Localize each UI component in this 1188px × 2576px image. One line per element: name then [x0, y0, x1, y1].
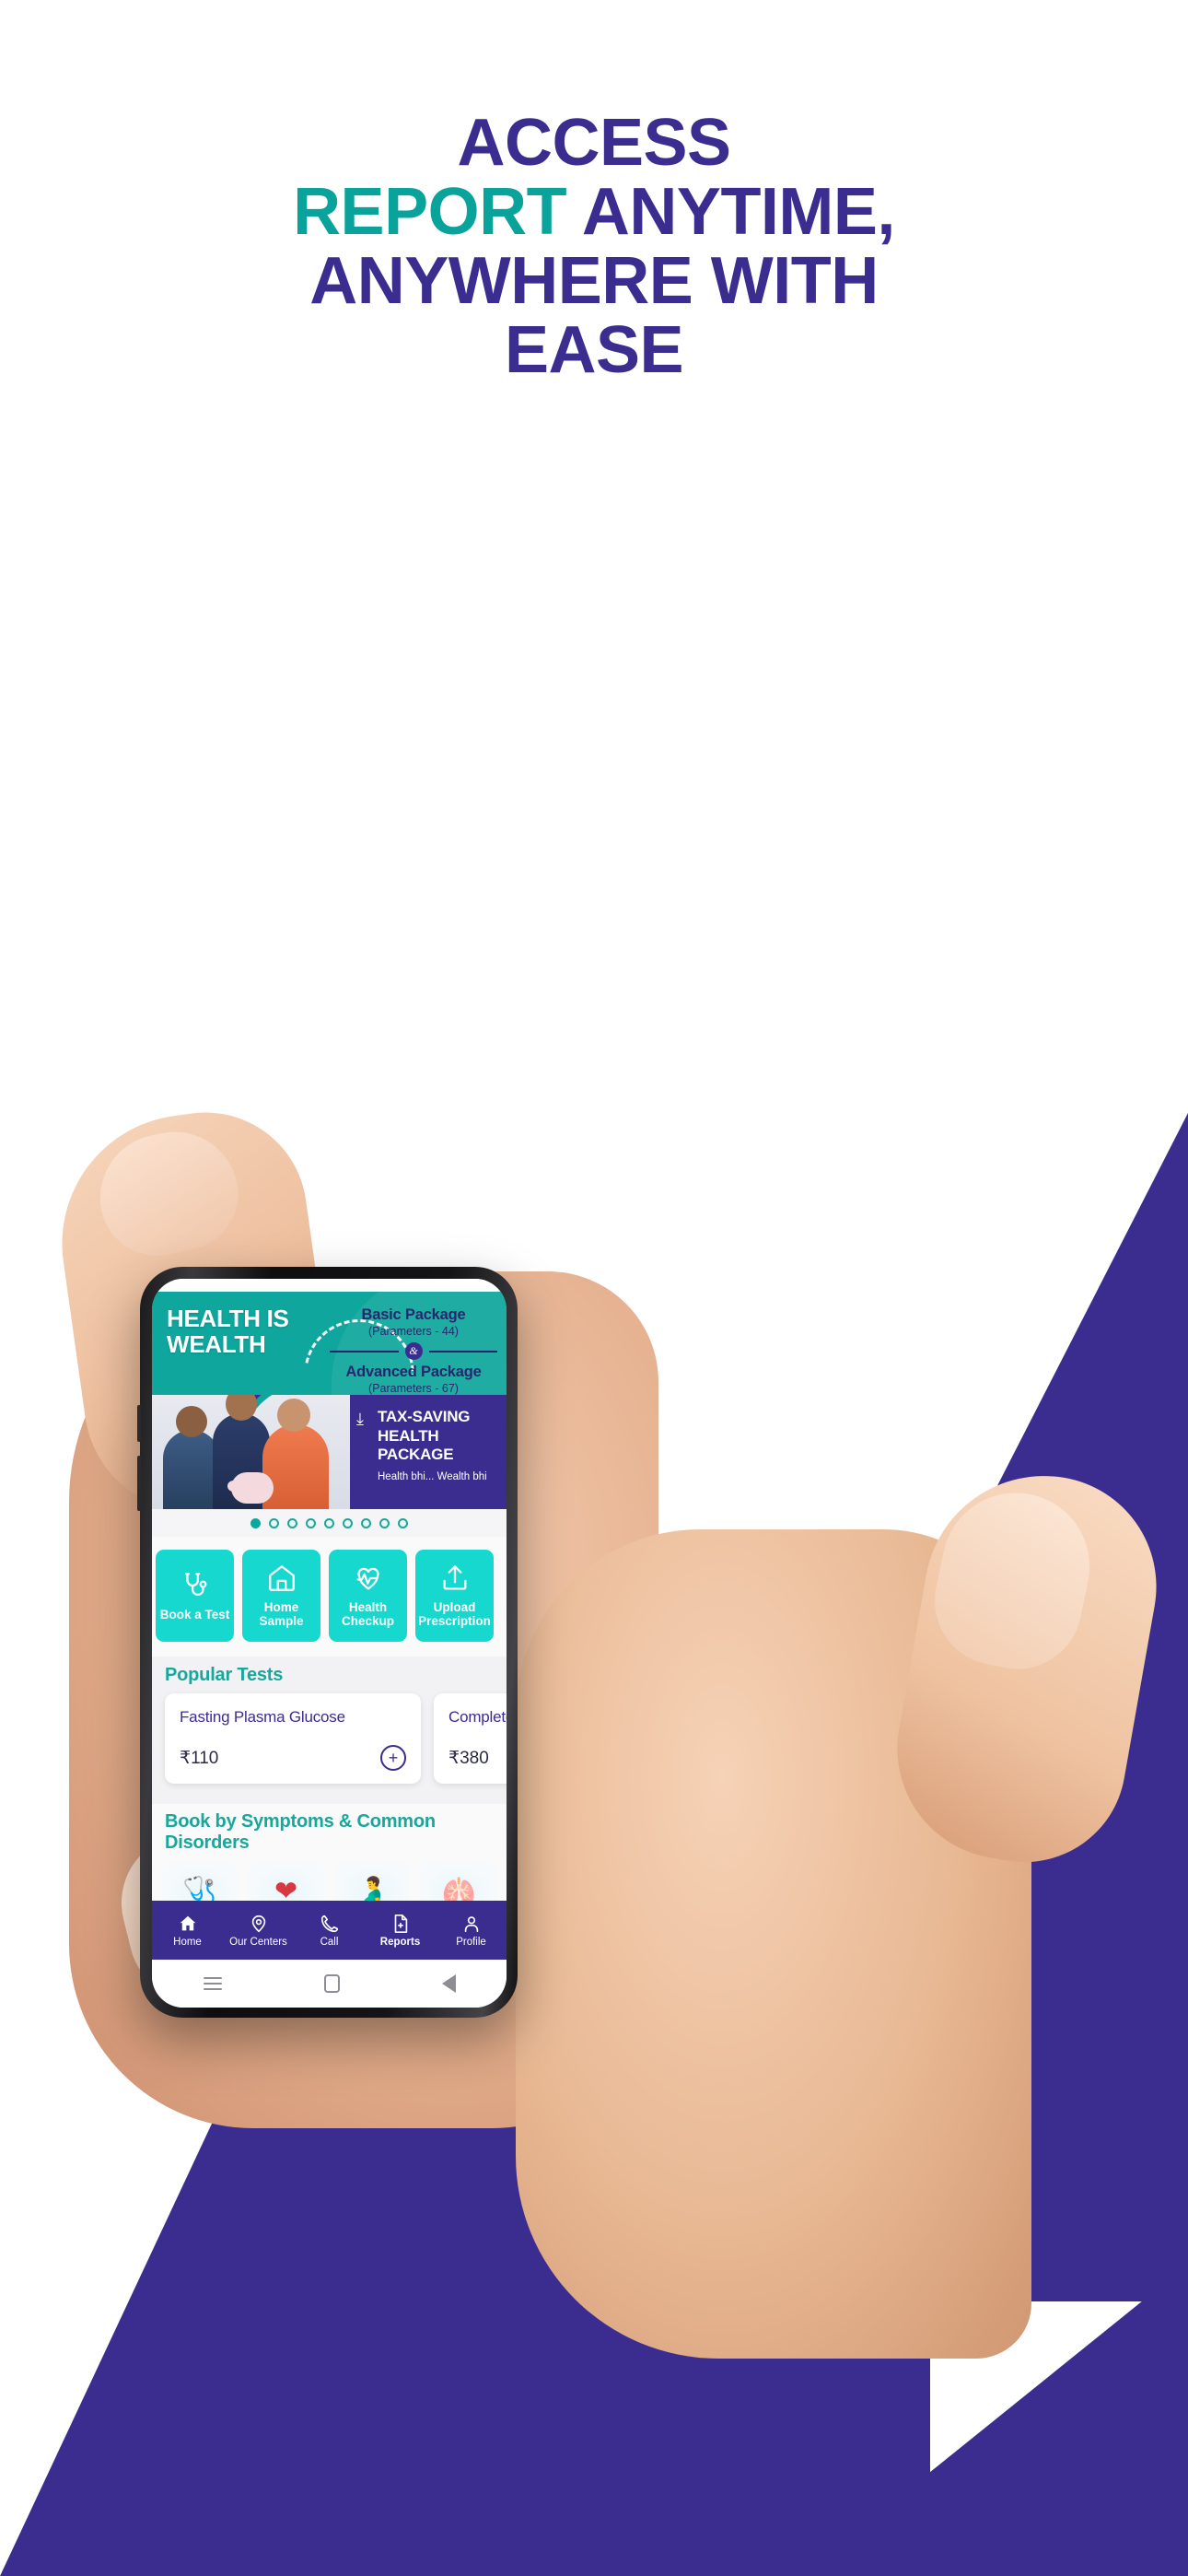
basic-package-name: Basic Package: [361, 1306, 466, 1323]
add-test-button[interactable]: +: [380, 1745, 406, 1771]
triangle-left-icon[interactable]: [441, 1974, 456, 1993]
upload-icon: [443, 1565, 466, 1590]
quick-action-label: Home: [263, 1600, 299, 1615]
volume-button[interactable]: [137, 1405, 141, 1442]
nav-item-home[interactable]: Home: [152, 1914, 223, 1948]
quick-action-label: Book a Test: [159, 1607, 230, 1622]
poster-canvas: ACCESS REPORT ANYTIME, ANYWHERE WITH EAS…: [0, 0, 1188, 2576]
poster-headline: ACCESS REPORT ANYTIME, ANYWHERE WITH EAS…: [0, 109, 1188, 385]
location-pin-icon: [251, 1914, 265, 1932]
quick-action-label: Upload: [433, 1600, 476, 1615]
basic-package-params: (Parameters - 44): [368, 1325, 459, 1338]
quick-actions-row: Book a Test Home Sample Health Checkup U…: [152, 1537, 507, 1657]
person-icon: [464, 1915, 478, 1932]
android-navigation-bar: [152, 1960, 507, 2008]
headline-line-2: REPORT ANYTIME,: [293, 174, 895, 249]
banner-package-column: Basic Package (Parameters - 44) & Advanc…: [330, 1306, 497, 1395]
test-price: ₹110: [180, 1748, 219, 1768]
test-card-footer: ₹110 +: [180, 1745, 406, 1771]
nav-item-our-centers[interactable]: Our Centers: [223, 1914, 294, 1948]
carousel-dot-6[interactable]: [343, 1517, 353, 1528]
carousel-dot-7[interactable]: [361, 1517, 371, 1528]
headline-line-4: EASE: [504, 312, 684, 387]
test-name: Fasting Plasma Glucose: [180, 1708, 345, 1726]
document-plus-icon: [394, 1914, 407, 1933]
carousel-dot-3[interactable]: [287, 1517, 297, 1528]
quick-action-home-sample[interactable]: Home Sample: [242, 1550, 320, 1642]
symptoms-header: Book by Symptoms & Common Disorders: [152, 1804, 507, 1859]
photo-person-elder: [262, 1424, 329, 1509]
tax-saving-panel: ⤓ TAX-SAVING HEALTH PACKAGE Health bhi..…: [350, 1395, 507, 1509]
quick-action-health-checkup[interactable]: Health Checkup: [329, 1550, 407, 1642]
test-card[interactable]: Fasting Plasma Glucose ₹110 +: [165, 1693, 421, 1784]
nav-label: Reports: [379, 1936, 421, 1948]
banner-family-photo: [152, 1395, 350, 1509]
headline-line-1: ACCESS: [457, 106, 731, 180]
connector-rule-left: [330, 1350, 399, 1352]
nav-item-profile[interactable]: Profile: [436, 1914, 507, 1948]
headline-line-3: ANYWHERE WITH: [309, 243, 879, 318]
nav-label: Our Centers: [229, 1936, 287, 1948]
quick-action-label-2: Sample: [259, 1614, 304, 1628]
square-icon[interactable]: [323, 1974, 340, 1993]
nav-item-call[interactable]: Call: [294, 1914, 365, 1948]
ampersand-badge: &: [404, 1342, 423, 1360]
connector-rule-right: [428, 1350, 497, 1352]
photo-head-3: [277, 1399, 310, 1432]
photo-head-1: [176, 1406, 207, 1437]
tax-title-line2: HEALTH PACKAGE: [378, 1427, 454, 1463]
nav-label: Call: [320, 1936, 339, 1948]
nav-label: Profile: [456, 1936, 486, 1948]
nav-item-reports[interactable]: Reports: [365, 1914, 436, 1948]
carousel-dot-2[interactable]: [269, 1517, 279, 1528]
carousel-dot-9[interactable]: [398, 1517, 408, 1528]
advanced-package-name: Advanced Package: [345, 1364, 482, 1380]
test-card-footer: ₹380 +: [448, 1745, 507, 1771]
package-connector: &: [330, 1342, 497, 1360]
quick-action-upload-prescription[interactable]: Upload Prescription: [415, 1550, 494, 1642]
down-arrow-icon: ⤓: [356, 1410, 364, 1428]
tax-title-line1: TAX-SAVING: [378, 1408, 471, 1425]
phone-icon: [320, 1914, 338, 1932]
bottom-navigation-bar: Home Our Centers Call Reports Profile: [152, 1901, 507, 1960]
hand-holding-phone: HEALTH IS WEALTH Basic Package (Paramete…: [0, 829, 1188, 2395]
carousel-indicators[interactable]: [152, 1509, 507, 1537]
banner-lower-half: ⤓ TAX-SAVING HEALTH PACKAGE Health bhi..…: [152, 1395, 507, 1509]
power-button[interactable]: [137, 1456, 141, 1511]
promo-banner-carousel[interactable]: HEALTH IS WEALTH Basic Package (Paramete…: [152, 1292, 507, 1509]
popular-tests-header: Popular Tests: [152, 1657, 507, 1693]
home-icon: [180, 1915, 195, 1930]
tax-tagline: Health bhi... Wealth bhi: [378, 1471, 487, 1482]
phone-screen: HEALTH IS WEALTH Basic Package (Paramete…: [152, 1279, 507, 2008]
test-name: Complete Blood Count: [448, 1708, 507, 1726]
popular-tests-title: Popular Tests: [165, 1665, 284, 1685]
heart-pulse-icon: [356, 1567, 379, 1590]
carousel-dot-4[interactable]: [306, 1517, 316, 1528]
quick-action-label-2: Prescription: [418, 1614, 491, 1628]
home-sample-icon: [268, 1565, 295, 1592]
quick-action-label-2: Checkup: [341, 1614, 394, 1628]
popular-tests-list: Fasting Plasma Glucose ₹110 + Complete B…: [152, 1693, 507, 1804]
nav-label: Home: [173, 1936, 202, 1948]
quick-action-label: Health: [348, 1600, 388, 1615]
status-bar: [152, 1279, 507, 1292]
carousel-dot-5[interactable]: [324, 1517, 334, 1528]
banner-title: HEALTH IS WEALTH: [167, 1306, 289, 1357]
test-card[interactable]: Complete Blood Count ₹380 +: [434, 1693, 507, 1784]
banner-title-line1: HEALTH IS: [167, 1305, 289, 1332]
carousel-dot-1[interactable]: [250, 1517, 261, 1528]
menu-lines-icon[interactable]: [203, 1973, 222, 1994]
carousel-dot-8[interactable]: [379, 1517, 390, 1528]
stethoscope-icon: [184, 1572, 206, 1596]
piggy-bank-icon: [227, 1472, 274, 1504]
symptoms-title: Book by Symptoms & Common Disorders: [165, 1811, 436, 1853]
advanced-package-params: (Parameters - 67): [368, 1382, 459, 1395]
smartphone-device: HEALTH IS WEALTH Basic Package (Paramete…: [137, 1267, 518, 2018]
photo-person-young-man: [163, 1430, 220, 1509]
test-price: ₹380: [448, 1748, 489, 1768]
quick-action-book-a-test[interactable]: Book a Test: [156, 1550, 234, 1642]
banner-title-line2: WEALTH: [167, 1329, 266, 1358]
headline-word-report: REPORT: [293, 174, 567, 249]
